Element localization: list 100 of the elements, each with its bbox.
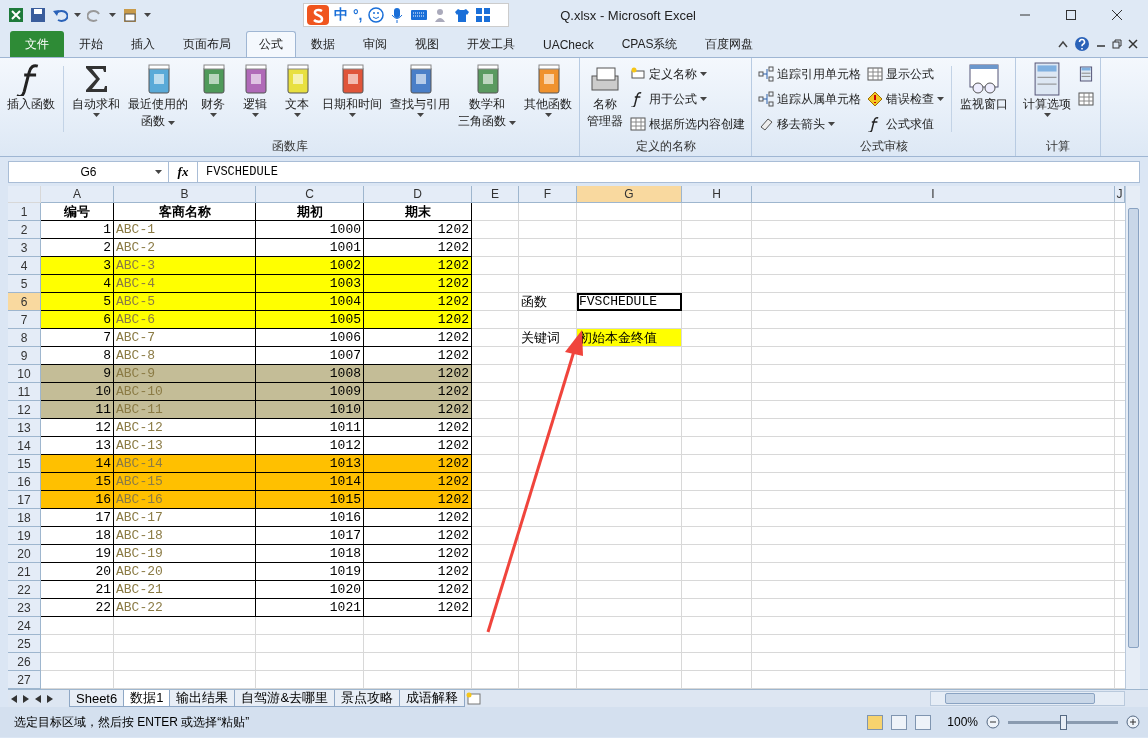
trace-icon: [758, 91, 775, 107]
ribbon-tab[interactable]: 插入: [118, 31, 168, 57]
help-icon: [1074, 36, 1090, 52]
horizontal-scrollbar[interactable]: [930, 691, 1125, 706]
vertical-scrollbar[interactable]: [1125, 186, 1140, 689]
row-header[interactable]: 21: [8, 563, 41, 581]
column-header[interactable]: I: [752, 186, 1115, 203]
ribbon-button[interactable]: 插入函数: [4, 60, 58, 138]
row-header[interactable]: 4: [8, 257, 41, 275]
save-icon: [30, 7, 46, 23]
ribbon-tab[interactable]: 数据: [298, 31, 348, 57]
table-cell: 1202: [364, 293, 472, 311]
sheet-tab[interactable]: 成语解释: [399, 690, 466, 707]
column-header[interactable]: H: [682, 186, 752, 203]
sheet-tab[interactable]: 景点攻略: [334, 690, 401, 707]
row-header[interactable]: 25: [8, 635, 41, 653]
table-cell: 1016: [256, 509, 364, 527]
ribbon-button[interactable]: 自动求和: [69, 60, 123, 138]
row-header[interactable]: 13: [8, 419, 41, 437]
ribbon-button[interactable]: 日期和时间: [319, 60, 385, 138]
ribbon-tab[interactable]: 文件: [10, 31, 64, 57]
ribbon-tab[interactable]: 页面布局: [170, 31, 244, 57]
ribbon-button[interactable]: 公式求值: [865, 113, 947, 135]
ime-text[interactable]: 中: [334, 6, 348, 24]
ribbon-button[interactable]: 计算选项: [1020, 60, 1075, 138]
ribbon-button[interactable]: 移去箭头: [756, 113, 864, 135]
row-header[interactable]: 14: [8, 437, 41, 455]
table-cell: ABC-12: [114, 419, 256, 437]
row-header[interactable]: 1: [8, 203, 41, 221]
ribbon-button[interactable]: 根据所选内容创建: [628, 113, 748, 135]
column-header[interactable]: G: [577, 186, 682, 203]
row-header[interactable]: 3: [8, 239, 41, 257]
row-header[interactable]: 7: [8, 311, 41, 329]
row-header[interactable]: 20: [8, 545, 41, 563]
ribbon-button[interactable]: 文本: [277, 60, 317, 138]
row-header[interactable]: 10: [8, 365, 41, 383]
sheet-tab[interactable]: 自驾游&去哪里: [234, 690, 336, 707]
row-header[interactable]: 26: [8, 653, 41, 671]
row-header[interactable]: 11: [8, 383, 41, 401]
ribbon-button[interactable]: 用于公式: [628, 88, 748, 110]
row-header[interactable]: 8: [8, 329, 41, 347]
row-header[interactable]: 27: [8, 671, 41, 689]
page-break-button[interactable]: [915, 714, 932, 730]
column-header[interactable]: D: [364, 186, 472, 203]
table-cell: ABC-19: [114, 545, 256, 563]
row-header[interactable]: 24: [8, 617, 41, 635]
row-header[interactable]: 22: [8, 581, 41, 599]
column-header[interactable]: C: [256, 186, 364, 203]
ribbon-button[interactable]: 查找与引用: [387, 60, 453, 138]
ribbon-button[interactable]: 数学和 三角函数: [455, 60, 520, 138]
ribbon-button[interactable]: 名称 管理器: [584, 60, 627, 138]
page-layout-button[interactable]: [891, 714, 908, 730]
ribbon-tab[interactable]: 开发工具: [454, 31, 528, 57]
function-label[interactable]: fx: [169, 164, 197, 180]
row-header[interactable]: 6: [8, 293, 41, 311]
row-header[interactable]: 5: [8, 275, 41, 293]
ribbon-button[interactable]: 逻辑: [235, 60, 275, 138]
slider-thumb[interactable]: [1059, 714, 1067, 730]
name-box[interactable]: G6: [9, 162, 169, 182]
row-header[interactable]: 16: [8, 473, 41, 491]
table-cell: ABC-6: [114, 311, 256, 329]
table-cell: 1202: [364, 545, 472, 563]
ribbon-button[interactable]: 其他函数: [521, 60, 576, 138]
column-header[interactable]: E: [472, 186, 519, 203]
ribbon-button[interactable]: 追踪引用单元格: [756, 63, 864, 85]
ribbon-tab[interactable]: 开始: [66, 31, 116, 57]
ribbon-button[interactable]: 定义名称: [628, 63, 748, 85]
ribbon-button[interactable]: 最近使用的 函数: [125, 60, 191, 138]
ribbon-button[interactable]: 显示公式: [865, 63, 947, 85]
row-header[interactable]: 15: [8, 455, 41, 473]
row-header[interactable]: 23: [8, 599, 41, 617]
row-header[interactable]: 18: [8, 509, 41, 527]
sheet-tab[interactable]: Sheet6: [69, 690, 125, 707]
column-header[interactable]: A: [41, 186, 114, 203]
ribbon-button[interactable]: 追踪从属单元格: [756, 88, 864, 110]
ribbon-button[interactable]: 财务: [193, 60, 233, 138]
ribbon-tab[interactable]: 视图: [402, 31, 452, 57]
ribbon-button[interactable]: 错误检查: [865, 88, 947, 110]
sheet-tab[interactable]: 输出结果: [169, 690, 236, 707]
ribbon-tab[interactable]: CPAS系统: [608, 31, 691, 57]
table-cell: 1002: [256, 257, 364, 275]
row-header[interactable]: 9: [8, 347, 41, 365]
undo-icon: [52, 7, 68, 23]
ribbon-tab[interactable]: UACheck: [530, 31, 607, 57]
sheet-tab[interactable]: 数据1: [123, 690, 171, 707]
normal-view-button[interactable]: [867, 714, 884, 730]
ribbon-tab[interactable]: 百度网盘: [692, 31, 767, 57]
row-header[interactable]: 12: [8, 401, 41, 419]
column-header[interactable]: B: [114, 186, 256, 203]
row-header[interactable]: 17: [8, 491, 41, 509]
row-header[interactable]: 19: [8, 527, 41, 545]
column-header[interactable]: F: [519, 186, 577, 203]
restore-icon: [1112, 39, 1122, 49]
ribbon-tab[interactable]: 公式: [246, 31, 296, 57]
ime-text[interactable]: °,: [353, 7, 363, 23]
formula-input[interactable]: FVSCHEDULE: [197, 162, 1139, 182]
table-cell: ABC-15: [114, 473, 256, 491]
row-header[interactable]: 2: [8, 221, 41, 239]
ribbon-button[interactable]: 监视窗口: [957, 60, 1012, 138]
ribbon-tab[interactable]: 审阅: [350, 31, 400, 57]
